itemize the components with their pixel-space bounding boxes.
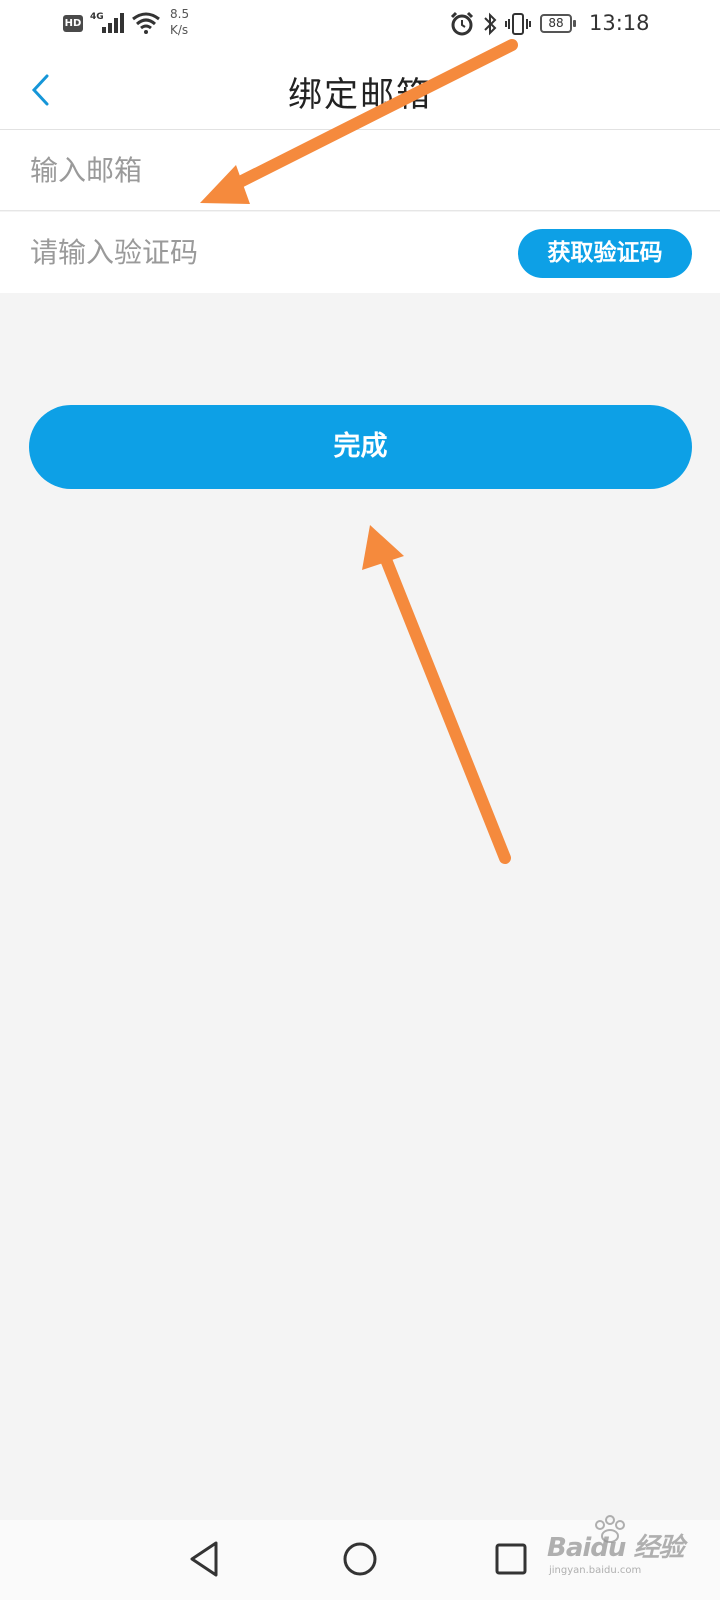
hd-badge: HD <box>63 15 83 32</box>
nav-back-icon[interactable] <box>188 1540 220 1578</box>
get-verification-code-button[interactable]: 获取验证码 <box>518 229 692 278</box>
battery-icon: 88 <box>540 14 576 33</box>
nav-home-icon[interactable] <box>341 1540 379 1578</box>
verification-code-input[interactable] <box>30 212 470 293</box>
cellular-signal-icon <box>102 13 124 33</box>
email-row <box>0 130 720 211</box>
alarm-icon <box>450 11 474 36</box>
app-header: 绑定邮箱 <box>0 50 720 130</box>
baidu-jingyan-watermark: Baidu 经验 jingyan.baidu.com <box>547 1515 712 1583</box>
done-button[interactable]: 完成 <box>29 405 692 489</box>
nav-recent-apps-icon[interactable] <box>494 1542 528 1576</box>
status-bar: HD 4G 8.5 K/s 88 13:18 <box>0 0 720 50</box>
email-input[interactable] <box>30 130 470 211</box>
page-title: 绑定邮箱 <box>288 75 432 115</box>
vibrate-icon <box>505 13 531 35</box>
network-speed-value: 8.5 <box>170 7 190 21</box>
verification-code-row: 获取验证码 <box>0 212 720 293</box>
watermark-text: Baidu 经验 <box>547 1533 684 1563</box>
bluetooth-icon <box>484 12 497 36</box>
annotation-arrow-to-done <box>362 525 511 864</box>
network-speed-unit: K/s <box>170 23 189 37</box>
clock: 13:18 <box>589 11 650 35</box>
watermark-subtext: jingyan.baidu.com <box>549 1565 642 1576</box>
network-speed: 8.5 K/s <box>170 6 189 38</box>
wifi-icon <box>132 12 160 34</box>
